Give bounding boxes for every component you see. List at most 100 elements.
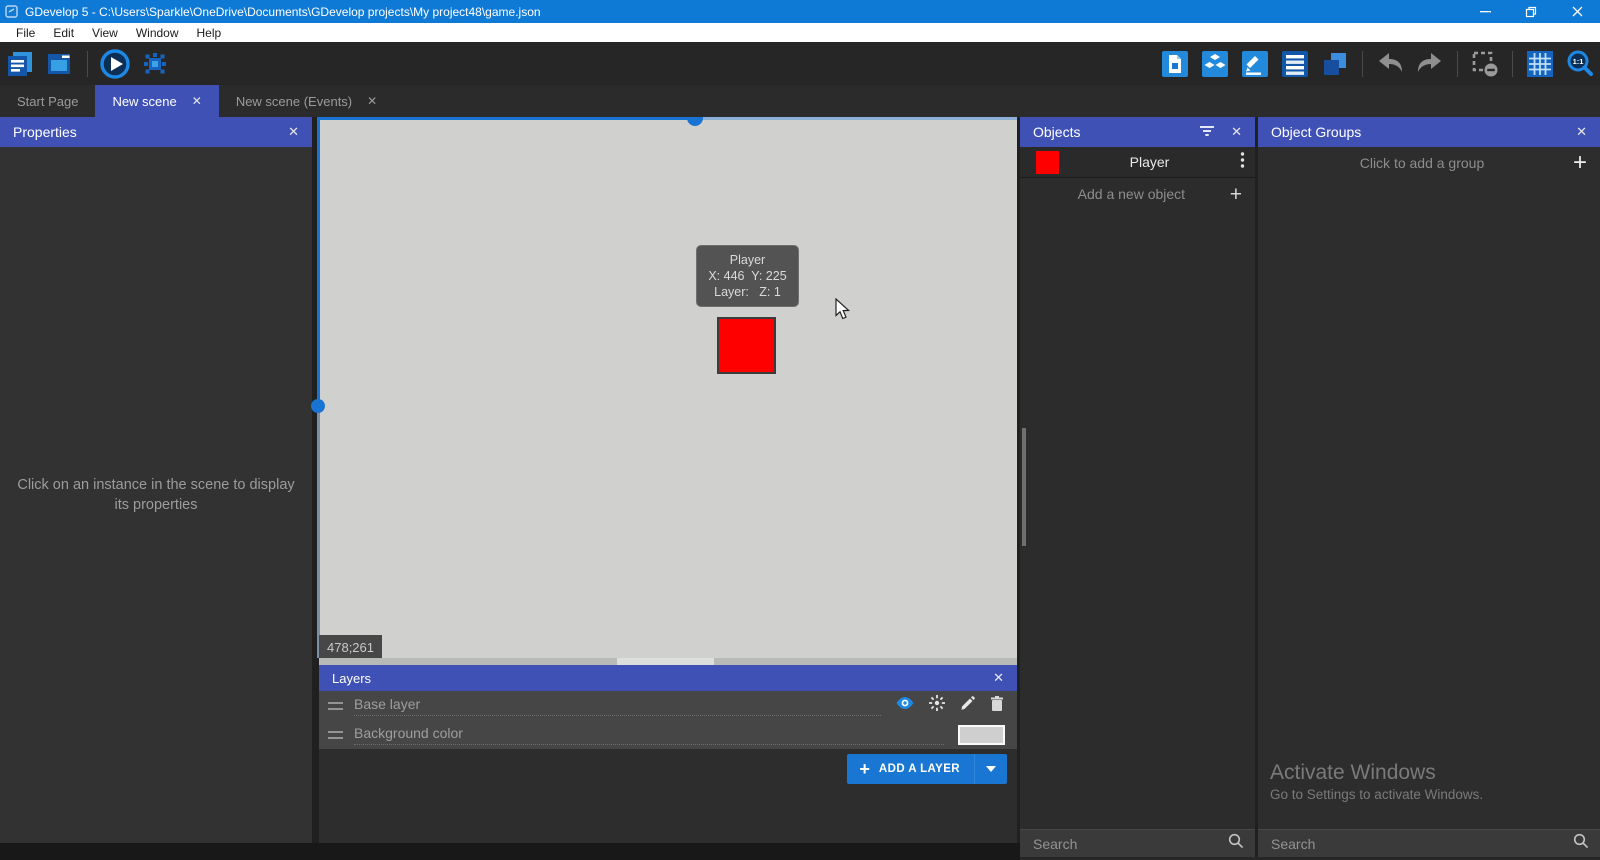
object-thumbnail bbox=[1036, 151, 1059, 174]
layers-title: Layers bbox=[332, 671, 977, 686]
close-icon[interactable]: ✕ bbox=[1231, 124, 1242, 140]
menu-file[interactable]: File bbox=[7, 26, 44, 40]
object-groups-search-input[interactable] bbox=[1269, 835, 1573, 853]
close-icon[interactable]: ✕ bbox=[288, 124, 299, 140]
zoom-original-icon[interactable]: 1:1 bbox=[1564, 48, 1596, 80]
layer-row-base[interactable]: Base layer bbox=[319, 691, 1017, 720]
scene-hscrollbar[interactable] bbox=[319, 117, 696, 120]
dropdown-caret-icon[interactable] bbox=[975, 766, 1007, 772]
scene-vscrollbar[interactable] bbox=[317, 117, 320, 401]
undo-icon[interactable] bbox=[1374, 48, 1406, 80]
objects-scrollbar-thumb[interactable] bbox=[1022, 428, 1026, 546]
properties-empty-message: Click on an instance in the scene to dis… bbox=[0, 475, 312, 515]
gdevelop-app-icon bbox=[5, 5, 18, 18]
visibility-eye-icon[interactable] bbox=[895, 694, 915, 717]
scene-bottom-scroll-thumb[interactable] bbox=[617, 658, 714, 665]
restore-button[interactable] bbox=[1508, 0, 1554, 23]
toolbar-separator bbox=[1362, 51, 1363, 77]
object-groups-header: Object Groups ✕ bbox=[1258, 117, 1600, 147]
open-window-icon[interactable] bbox=[44, 48, 76, 80]
edit-scene-properties-icon[interactable] bbox=[1239, 48, 1271, 80]
layers-panel: Layers ✕ Base layer bbox=[319, 665, 1017, 843]
grid-icon[interactable] bbox=[1524, 48, 1556, 80]
tooltip-object-name: Player bbox=[730, 252, 765, 268]
objects-panel: Objects ✕ Player Add a new object + bbox=[1020, 117, 1255, 829]
background-color-label: Background color bbox=[354, 725, 944, 745]
objects-search-input[interactable] bbox=[1031, 835, 1228, 853]
titlebar: GDevelop 5 - C:\Users\Sparkle\OneDrive\D… bbox=[0, 0, 1600, 23]
drag-handle-icon[interactable] bbox=[328, 731, 343, 739]
object-groups-search bbox=[1258, 829, 1600, 857]
toolbar-separator bbox=[87, 51, 88, 77]
layers-header: Layers ✕ bbox=[319, 665, 1017, 691]
add-group-row[interactable]: Click to add a group + bbox=[1258, 147, 1600, 179]
effects-flare-icon[interactable] bbox=[928, 694, 946, 717]
plus-icon: + bbox=[859, 760, 870, 778]
objects-title: Objects bbox=[1033, 124, 1199, 140]
tab-start-page[interactable]: Start Page bbox=[0, 85, 95, 117]
menu-window[interactable]: Window bbox=[127, 26, 188, 40]
plus-icon: + bbox=[1573, 151, 1587, 175]
tab-close-icon[interactable]: ✕ bbox=[367, 94, 377, 108]
properties-header: Properties ✕ bbox=[0, 117, 312, 147]
svg-text:1:1: 1:1 bbox=[1573, 57, 1584, 66]
tab-new-scene-events[interactable]: New scene (Events) ✕ bbox=[219, 85, 394, 117]
scene-vscrollbar-thumb[interactable] bbox=[311, 399, 325, 413]
activate-windows-subtext: Go to Settings to activate Windows. bbox=[1270, 787, 1483, 802]
scene-vscrollbar[interactable] bbox=[317, 412, 320, 658]
scene-canvas[interactable] bbox=[319, 117, 1017, 658]
filter-icon[interactable] bbox=[1199, 124, 1215, 141]
tooltip-position: X: 446 Y: 225 bbox=[708, 268, 786, 284]
toolbar: 1:1 bbox=[0, 42, 1600, 85]
layer-name-field[interactable]: Base layer bbox=[354, 696, 881, 716]
toolbar-separator bbox=[1457, 51, 1458, 77]
redo-icon[interactable] bbox=[1414, 48, 1446, 80]
close-button[interactable] bbox=[1554, 0, 1600, 23]
player-instance[interactable] bbox=[717, 317, 776, 374]
plus-icon: + bbox=[1230, 184, 1242, 205]
layer-row-background[interactable]: Background color bbox=[319, 720, 1017, 749]
background-color-swatch[interactable] bbox=[958, 725, 1005, 745]
objects-header: Objects ✕ bbox=[1020, 117, 1255, 147]
instances-list-icon[interactable] bbox=[1279, 48, 1311, 80]
object-row-player[interactable]: Player bbox=[1020, 147, 1255, 178]
add-object-row[interactable]: Add a new object + bbox=[1020, 178, 1255, 210]
minimize-button[interactable] bbox=[1462, 0, 1508, 23]
debug-icon[interactable] bbox=[139, 48, 171, 80]
delete-trash-icon[interactable] bbox=[989, 695, 1005, 717]
cursor-coordinates-label: 478;261 bbox=[319, 635, 382, 659]
play-icon[interactable] bbox=[99, 48, 131, 80]
window-title: GDevelop 5 - C:\Users\Sparkle\OneDrive\D… bbox=[25, 5, 1462, 19]
bottom-strip bbox=[0, 843, 1020, 860]
add-layer-button[interactable]: + ADD A LAYER bbox=[847, 754, 1007, 784]
object-groups-icon[interactable] bbox=[1199, 48, 1231, 80]
layers-toolbar-icon[interactable] bbox=[1319, 48, 1351, 80]
tab-bar: Start Page New scene ✕ New scene (Events… bbox=[0, 85, 1600, 117]
scene-hscrollbar[interactable] bbox=[696, 117, 1017, 120]
menu-edit[interactable]: Edit bbox=[44, 26, 83, 40]
add-object-icon[interactable] bbox=[1159, 48, 1191, 80]
objects-search bbox=[1020, 829, 1255, 857]
search-icon bbox=[1228, 833, 1244, 854]
project-manager-icon[interactable] bbox=[4, 48, 36, 80]
close-icon[interactable]: ✕ bbox=[1576, 124, 1587, 140]
tab-close-icon[interactable]: ✕ bbox=[192, 94, 202, 108]
object-groups-title: Object Groups bbox=[1271, 124, 1560, 140]
menu-help[interactable]: Help bbox=[188, 26, 231, 40]
search-icon bbox=[1573, 833, 1589, 854]
close-icon[interactable]: ✕ bbox=[993, 670, 1004, 686]
menu-view[interactable]: View bbox=[83, 26, 127, 40]
tooltip-layer: Layer: Z: 1 bbox=[714, 284, 781, 300]
properties-title: Properties bbox=[13, 124, 272, 140]
mask-selection-icon[interactable] bbox=[1469, 48, 1501, 80]
drag-handle-icon[interactable] bbox=[328, 702, 343, 710]
activate-windows-watermark: Activate Windows bbox=[1270, 761, 1436, 785]
kebab-menu-icon[interactable] bbox=[1240, 151, 1245, 174]
object-name: Player bbox=[1059, 154, 1240, 170]
toolbar-separator bbox=[1512, 51, 1513, 77]
mouse-cursor bbox=[834, 298, 856, 327]
instance-tooltip: Player X: 446 Y: 225 Layer: Z: 1 bbox=[696, 245, 799, 307]
tab-new-scene[interactable]: New scene ✕ bbox=[95, 85, 218, 117]
edit-pencil-icon[interactable] bbox=[959, 695, 976, 717]
object-groups-panel: Object Groups ✕ Click to add a group + bbox=[1258, 117, 1600, 829]
